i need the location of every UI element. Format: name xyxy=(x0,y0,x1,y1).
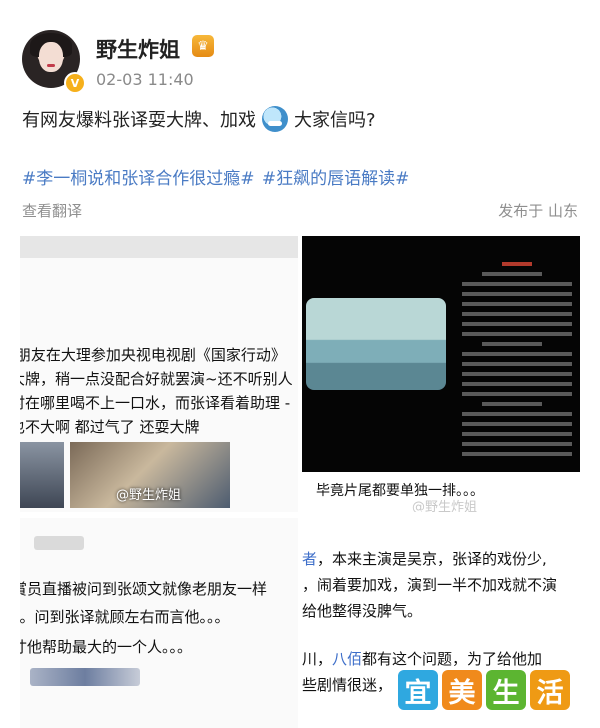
hashtag-link[interactable]: #李一桐说和张译合作很过瘾# xyxy=(22,169,255,189)
image-text-line: 者，本来主演是吴京，张译的戏份少, xyxy=(302,550,547,568)
post-text-part2: 大家信吗? xyxy=(294,110,376,131)
post-image-2[interactable]: 毕竟片尾都要单独一排。。。 @野生炸姐 xyxy=(302,236,580,512)
post-location: 发布于 山东 xyxy=(498,202,578,220)
weibo-post: V 野生炸姐 ♛ 02-03 11:40 有网友爆料张译耍大牌、加戏 大家信吗?… xyxy=(0,0,600,728)
logo-char: 活 xyxy=(530,670,570,710)
post-text-part1: 有网友爆料张译耍大牌、加戏 xyxy=(22,110,256,131)
image-text-line: 时在哪里喝不上一口水，而张译看着助理 - xyxy=(20,394,291,412)
watermark: @野生炸姐 xyxy=(116,488,182,503)
post-image-3[interactable]: 賞员直播被问到张颂文就像老朋友一样 。。问到张译就顾左右而言他。。。 寸他帮助最… xyxy=(20,518,298,728)
post-timestamp: 02-03 11:40 xyxy=(96,70,194,89)
credits-list xyxy=(462,256,572,462)
post-image-4[interactable]: 者，本来主演是吴京，张译的戏份少, ，闹着要加戏，演到一半不加戏就不演 给他整得… xyxy=(302,518,580,728)
image-text-line: 也不大啊 都过气了 还耍大牌 xyxy=(20,418,200,436)
verified-badge-icon: V xyxy=(64,72,86,94)
watermark: @野生炸姐 xyxy=(412,500,478,512)
logo-char: 生 xyxy=(486,670,526,710)
tv-screen-photo xyxy=(302,236,580,472)
image-text-line: 大牌，稍一点没配合好就罢演~还不听别人 xyxy=(20,370,293,388)
logo-char: 美 xyxy=(442,670,482,710)
member-crown-icon: ♛ xyxy=(192,35,214,57)
photo-thumbnail xyxy=(20,442,64,508)
post-image-1[interactable]: ]朋友在大理参加央视电视剧《国家行动》 大牌，稍一点没配合好就罢演~还不听别人 … xyxy=(20,236,298,512)
blurred-text xyxy=(34,536,84,550)
image-text-line: 给他整得没脾气。 xyxy=(302,602,423,620)
site-logo: 宜 美 生 活 xyxy=(398,670,570,710)
image-text-line: 。。问到张译就顾左右而言他。。。 xyxy=(20,608,230,626)
image-text-line: ，闹着要加戏，演到一半不加戏就不演 xyxy=(302,576,558,594)
doge-emoji-icon xyxy=(262,106,288,132)
image-text-line: 寸他帮助最大的一个人。。。 xyxy=(20,638,193,656)
logo-char: 宜 xyxy=(398,670,438,710)
username[interactable]: 野生炸姐 xyxy=(96,34,180,64)
image-text-line: 些剧情很迷， xyxy=(302,676,393,694)
post-text: 有网友爆料张译耍大牌、加戏 大家信吗? xyxy=(22,106,376,132)
hashtag-row: #李一桐说和张译合作很过瘾# #狂飙的唇语解读# xyxy=(22,164,411,189)
hashtag-link[interactable]: #狂飙的唇语解读# xyxy=(262,169,410,189)
image-text-line: 川，八佰都有这个问题，为了给他加 xyxy=(302,650,543,668)
image-text-line: ]朋友在大理参加央视电视剧《国家行动》 xyxy=(20,346,286,364)
blurred-text xyxy=(30,668,140,686)
image-text-line: 賞员直播被问到张颂文就像老朋友一样 xyxy=(20,580,268,598)
translate-link[interactable]: 查看翻译 xyxy=(22,200,82,221)
